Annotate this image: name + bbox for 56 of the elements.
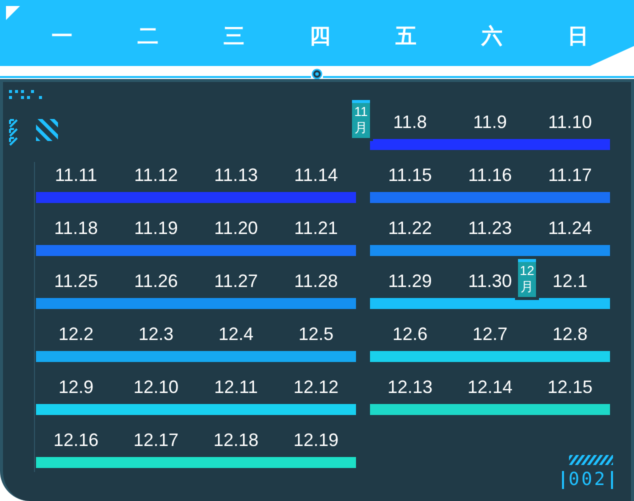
date-label: 11.14 xyxy=(294,164,338,186)
weekday-label: 四 xyxy=(310,23,330,50)
date-label: 11.11 xyxy=(54,164,98,186)
date-label: 12.7 xyxy=(472,323,508,345)
date-label: 11.12 xyxy=(134,164,178,186)
date-label: 11.20 xyxy=(214,217,258,239)
weekday-label: 二 xyxy=(138,23,158,50)
date-label: 11.24 xyxy=(548,217,592,239)
date-label: 12.17 xyxy=(133,429,179,451)
date-label: 12.9 xyxy=(58,376,94,398)
date-label: 12.15 xyxy=(547,376,593,398)
date-label: 12.6 xyxy=(392,323,428,345)
date-label: 11.26 xyxy=(134,270,178,292)
date-label: 11.18 xyxy=(54,217,98,239)
date-label: 12.8 xyxy=(552,323,588,345)
date-label: 12.11 xyxy=(214,376,258,398)
dots-icon xyxy=(9,90,43,100)
month-tag: 11月 xyxy=(352,100,370,138)
date-label: 12.12 xyxy=(293,376,339,398)
date-label: 12.4 xyxy=(218,323,254,345)
date-label: 12.5 xyxy=(298,323,334,345)
date-label: 12.14 xyxy=(467,376,513,398)
weekday-label: 五 xyxy=(396,23,416,50)
up-arrows-icon xyxy=(8,119,19,147)
date-label: 11.15 xyxy=(388,164,432,186)
date-label: 12.13 xyxy=(387,376,433,398)
date-label: 11.9 xyxy=(473,111,507,133)
date-label: 11.30 xyxy=(468,270,512,292)
date-label: 11.25 xyxy=(54,270,98,292)
date-label: 12.10 xyxy=(133,376,179,398)
date-label: 11.21 xyxy=(294,217,338,239)
weekday-label: 一 xyxy=(52,23,72,50)
date-label: 12.1 xyxy=(552,270,588,292)
corner-triangle-icon xyxy=(6,6,20,20)
date-label: 11.10 xyxy=(548,111,592,133)
date-label: 12.18 xyxy=(213,429,259,451)
date-label: 11.23 xyxy=(468,217,512,239)
date-label: 11.8 xyxy=(393,111,427,133)
date-label: 11.19 xyxy=(134,217,178,239)
weekday-label: 六 xyxy=(482,23,502,50)
date-label: 11.17 xyxy=(548,164,592,186)
date-label: 12.3 xyxy=(138,323,174,345)
date-label: 11.29 xyxy=(388,270,432,292)
weekday-label: 日 xyxy=(568,23,588,50)
date-label: 12.16 xyxy=(53,429,99,451)
date-label: 12.19 xyxy=(293,429,339,451)
date-label: 11.27 xyxy=(214,270,258,292)
date-label: 11.13 xyxy=(214,164,258,186)
date-label: 11.16 xyxy=(468,164,512,186)
date-label: 11.28 xyxy=(294,270,338,292)
date-label: 12.2 xyxy=(58,323,94,345)
badge-number: 002 xyxy=(562,471,613,489)
striped-bar-icon xyxy=(569,455,613,465)
date-label: 11.22 xyxy=(388,217,432,239)
month-tag: 12月 xyxy=(518,259,536,297)
weekday-label: 三 xyxy=(224,23,244,50)
